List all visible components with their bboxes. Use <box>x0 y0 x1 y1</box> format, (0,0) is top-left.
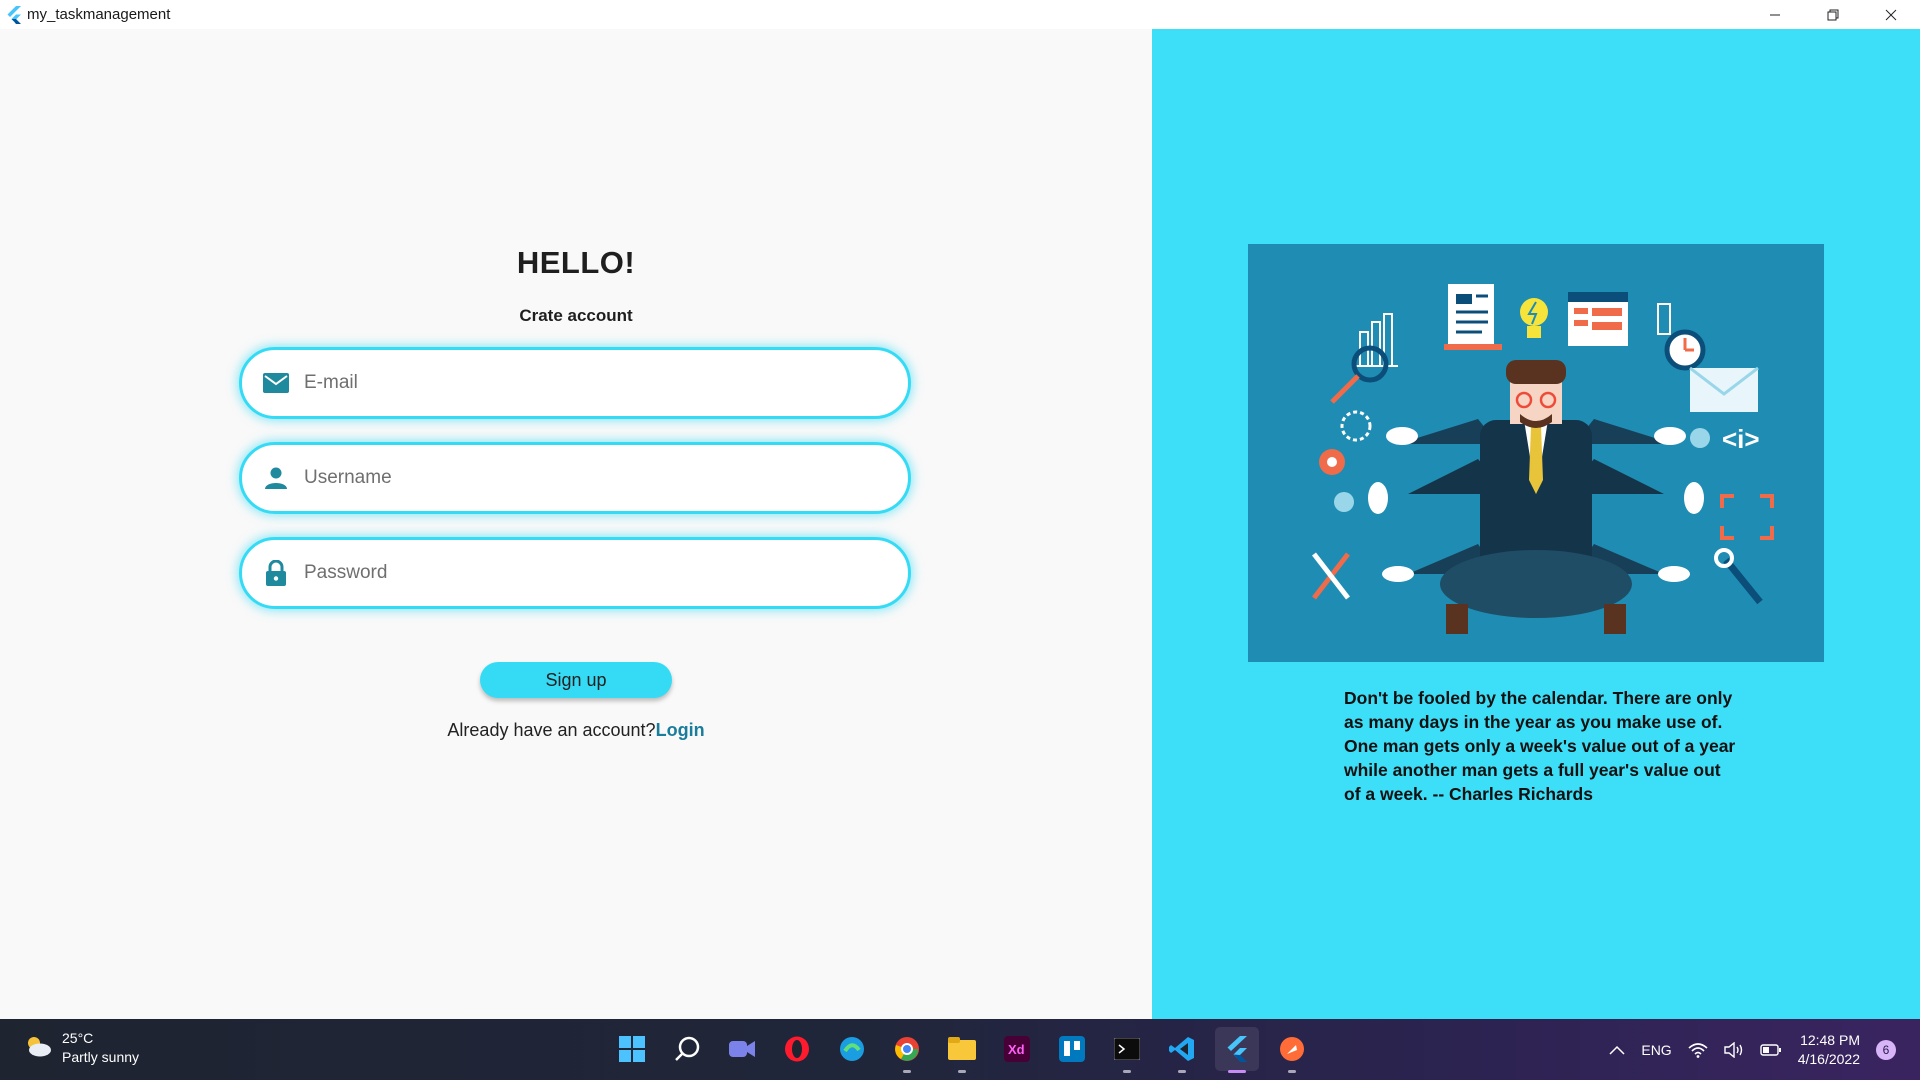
chrome-app[interactable] <box>885 1027 929 1073</box>
edge-icon <box>840 1037 864 1061</box>
password-input[interactable] <box>302 561 866 585</box>
close-button[interactable] <box>1862 0 1920 29</box>
quote-pane: <i> Don't be fooled by the calendar. The… <box>1152 29 1920 1019</box>
page-subtitle: Crate account <box>519 306 633 325</box>
vscode-app[interactable] <box>1160 1027 1204 1073</box>
running-indicator <box>1178 1070 1186 1073</box>
bar-chart-icon <box>1352 313 1398 367</box>
weather-widget[interactable]: 25°C Partly sunny <box>24 1029 139 1067</box>
document-icon <box>1444 284 1502 350</box>
weather-condition: Partly sunny <box>62 1049 140 1065</box>
restore-button[interactable] <box>1804 0 1862 29</box>
language-indicator[interactable]: ENG <box>1641 1042 1671 1058</box>
volume-icon[interactable] <box>1724 1041 1744 1058</box>
email-input[interactable] <box>302 371 866 395</box>
postman-icon <box>1280 1037 1304 1061</box>
clock[interactable]: 12:48 PM 4/16/2022 <box>1798 1031 1860 1069</box>
login-prompt: Already have an account?Login <box>0 720 1152 741</box>
magnifier-icon <box>1330 345 1389 404</box>
flutter-icon <box>1227 1036 1247 1062</box>
restore-icon <box>1827 9 1839 20</box>
code-tag-icon: <i> <box>1722 424 1760 454</box>
clock-time: 12:48 PM <box>1800 1031 1860 1048</box>
flutter-app[interactable] <box>1215 1027 1259 1073</box>
vscode-icon <box>1169 1037 1194 1061</box>
email-field[interactable] <box>239 347 911 419</box>
lock-icon <box>262 559 290 587</box>
signup-button[interactable]: Sign up <box>480 662 672 698</box>
adobe-xd-icon: Xd <box>1004 1036 1030 1062</box>
weather-temp: 25°C <box>62 1030 94 1046</box>
browser-window-icon <box>1568 292 1628 346</box>
notification-badge[interactable]: 6 <box>1876 1039 1896 1060</box>
page-title: HELLO! <box>516 245 636 280</box>
partly-sunny-icon <box>24 1034 52 1063</box>
terminal-app[interactable] <box>1105 1027 1149 1073</box>
trello-icon <box>1059 1036 1085 1062</box>
clock-date: 4/16/2022 <box>1797 1050 1860 1067</box>
businessman-figure <box>1368 360 1704 634</box>
edge-app[interactable] <box>830 1027 874 1071</box>
start-button[interactable] <box>610 1027 654 1071</box>
postman-app[interactable] <box>1270 1027 1314 1073</box>
opera-app[interactable] <box>775 1027 819 1071</box>
search-button[interactable] <box>665 1027 709 1071</box>
system-tray: ENG 12:48 PM 4/16/2022 6 <box>1593 1019 1896 1080</box>
taskbar: 25°C Partly sunny Xd ENG 12:48 PM 4/16/2… <box>0 1019 1920 1080</box>
trello-app[interactable] <box>1050 1027 1094 1071</box>
multitasking-illustration: <i> <box>1248 244 1824 662</box>
minimize-icon <box>1770 14 1780 15</box>
battery-icon[interactable] <box>1760 1043 1782 1057</box>
person-icon <box>262 464 290 492</box>
file-explorer-icon <box>948 1037 976 1060</box>
svg-text:Xd: Xd <box>1008 1042 1025 1057</box>
terminal-icon <box>1114 1038 1140 1060</box>
stopwatch-icon <box>1657 303 1706 371</box>
taskbar-apps: Xd <box>610 1027 1325 1073</box>
focus-frame-icon <box>1720 494 1774 540</box>
envelope-icon <box>1689 366 1759 412</box>
username-field[interactable] <box>239 442 911 514</box>
username-input[interactable] <box>302 466 866 490</box>
login-prompt-text: Already have an account? <box>447 720 656 740</box>
chevron-up-icon[interactable] <box>1609 1045 1625 1055</box>
running-indicator <box>1288 1070 1296 1073</box>
quote-text: Don't be fooled by the calendar. There a… <box>1344 688 1736 804</box>
opera-icon <box>785 1036 809 1062</box>
wifi-icon[interactable] <box>1688 1042 1708 1058</box>
teams-app[interactable] <box>720 1027 764 1071</box>
running-indicator <box>958 1070 966 1073</box>
chrome-icon <box>895 1037 919 1061</box>
close-icon <box>1885 9 1897 20</box>
title-bar: my_taskmanagement <box>0 0 1920 29</box>
file-explorer-app[interactable] <box>940 1027 984 1073</box>
minimize-button[interactable] <box>1746 0 1804 29</box>
adobe-xd-app[interactable]: Xd <box>995 1027 1039 1071</box>
running-indicator <box>1123 1070 1131 1073</box>
window-title: my_taskmanagement <box>27 6 171 23</box>
lightbulb-icon <box>1520 298 1548 338</box>
running-indicator <box>1228 1070 1246 1073</box>
signup-pane: HELLO! Crate account Sign up Already hav… <box>0 29 1152 1019</box>
running-indicator <box>903 1070 911 1073</box>
svg-text:<i>: <i> <box>1722 424 1760 454</box>
search-icon <box>675 1036 700 1061</box>
mail-icon <box>262 369 290 397</box>
password-field[interactable] <box>239 537 911 609</box>
start-icon <box>619 1036 645 1062</box>
login-link[interactable]: Login <box>656 720 705 740</box>
teams-icon <box>729 1041 755 1057</box>
flutter-app-icon <box>5 5 23 24</box>
